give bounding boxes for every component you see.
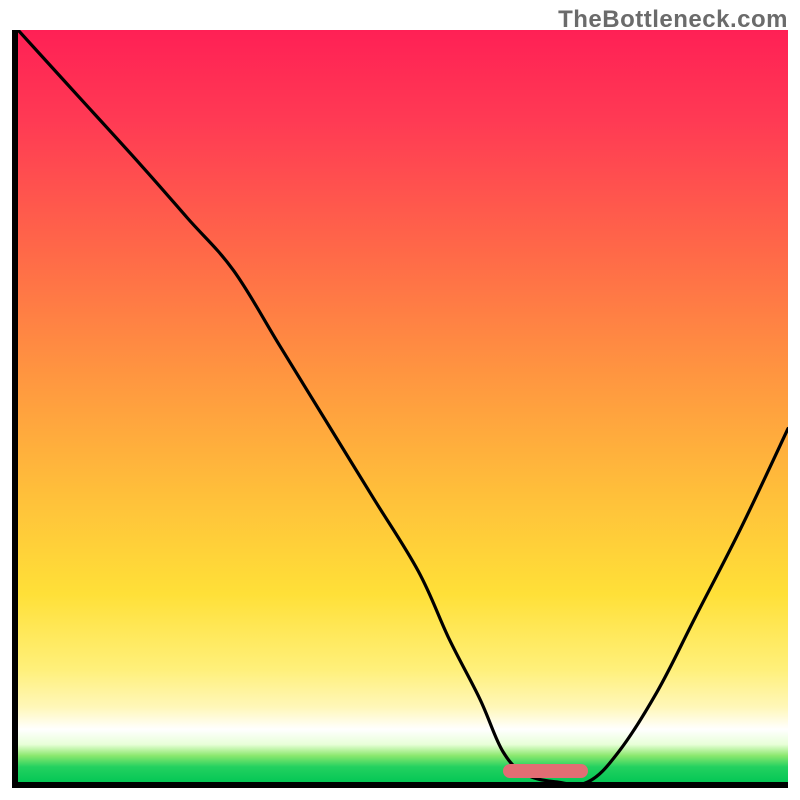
plot-axes xyxy=(12,30,788,788)
chart-container: TheBottleneck.com xyxy=(0,0,800,800)
optimal-range-marker xyxy=(503,764,588,778)
watermark-label: TheBottleneck.com xyxy=(558,6,788,34)
bottleneck-curve xyxy=(18,30,788,782)
plot-area xyxy=(18,30,788,782)
